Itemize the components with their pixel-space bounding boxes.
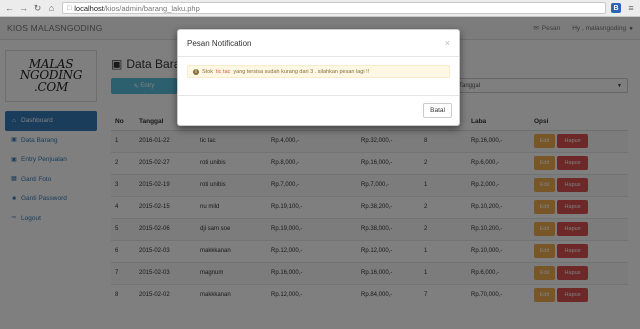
alert-item: tic tac — [216, 68, 231, 75]
home-nav-icon[interactable]: ⌂ — [46, 3, 57, 14]
address-bar[interactable]: □ localhost/kios/admin/barang_laku.php — [62, 2, 606, 14]
modal-body: i Stok tic tac yang tersisa sudah kurang… — [178, 57, 459, 95]
alert-prefix: Stok — [202, 68, 214, 75]
url-host: localhost — [74, 3, 104, 13]
info-icon: i — [193, 68, 199, 75]
modal-header: Pesan Notification × — [178, 30, 459, 57]
back-icon[interactable]: ← — [4, 3, 15, 14]
stock-alert: i Stok tic tac yang tersisa sudah kurang… — [187, 65, 450, 78]
reload-icon[interactable]: ↻ — [32, 3, 43, 14]
page-icon: □ — [67, 4, 72, 12]
close-icon[interactable]: × — [445, 38, 450, 48]
url-path: /kios/admin/barang_laku.php — [103, 3, 200, 13]
forward-icon[interactable]: → — [18, 3, 29, 14]
alert-suffix: yang tersisa sudah kurang dari 3 . silah… — [233, 68, 370, 75]
notification-modal: Pesan Notification × i Stok tic tac yang… — [177, 29, 460, 126]
browser-toolbar: ← → ↻ ⌂ □ localhost/kios/admin/barang_la… — [0, 0, 640, 17]
modal-title: Pesan Notification — [187, 38, 252, 48]
batal-button[interactable]: Batal — [423, 103, 452, 118]
modal-footer: Batal — [178, 95, 459, 125]
extension-b-icon[interactable]: B — [611, 3, 621, 13]
menu-icon[interactable]: ≡ — [626, 3, 636, 13]
